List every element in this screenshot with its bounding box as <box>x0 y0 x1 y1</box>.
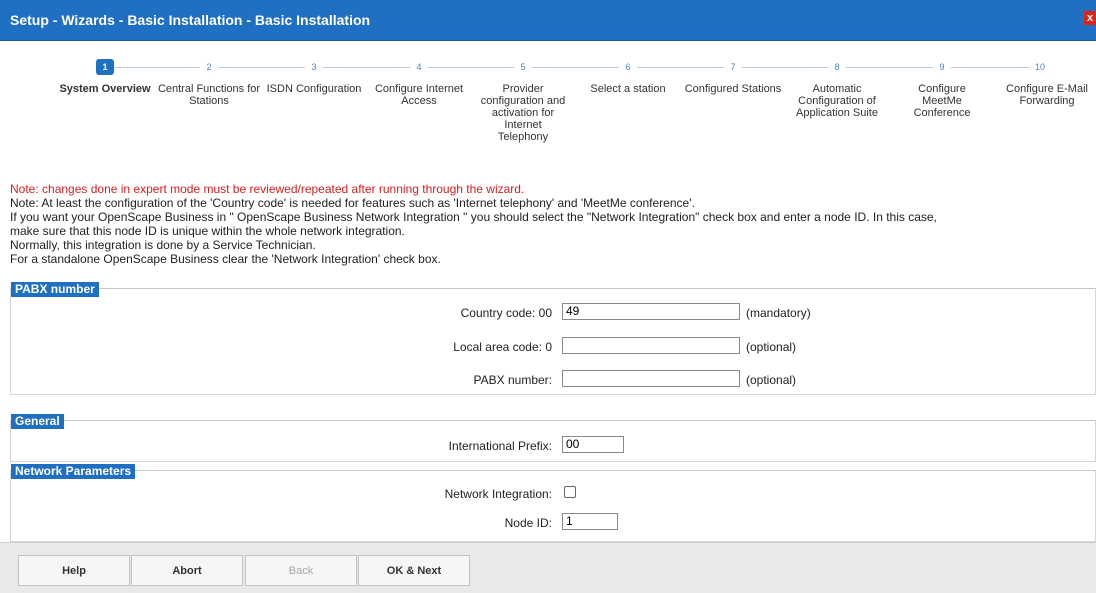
step-number: 6 <box>619 59 637 75</box>
step-number: 4 <box>410 59 428 75</box>
pabx-number-label: PABX number: <box>473 373 552 387</box>
network-section-heading: Network Parameters <box>11 464 136 479</box>
pabx-section <box>10 288 1096 395</box>
note-line: Normally, this integration is done by a … <box>10 238 316 252</box>
step-number: 1 <box>96 59 114 75</box>
general-section <box>10 420 1096 462</box>
step-label: Provider configuration and activation fo… <box>480 83 566 143</box>
network-integration-label: Network Integration: <box>444 487 552 501</box>
step-label: Configure MeetMe Conference <box>913 83 971 119</box>
country-code-label: Country code: 00 <box>460 306 552 320</box>
network-section <box>10 470 1096 542</box>
step-number: 10 <box>1030 59 1050 75</box>
general-section-heading: General <box>11 414 64 429</box>
help-button[interactable]: Help <box>18 555 130 586</box>
note-line: Note: At least the configuration of the … <box>10 196 695 210</box>
step-label: Configure Internet Access <box>374 83 464 107</box>
country-code-hint: (mandatory) <box>746 306 811 320</box>
local-area-code-label: Local area code: 0 <box>453 340 552 354</box>
step-number: 8 <box>828 59 846 75</box>
step-number: 5 <box>514 59 532 75</box>
country-code-input[interactable] <box>562 303 740 320</box>
step-label: ISDN Configuration <box>266 83 362 95</box>
step-label: Configured Stations <box>684 83 782 95</box>
note-line: For a standalone OpenScape Business clea… <box>10 252 441 266</box>
pabx-number-input[interactable] <box>562 370 740 387</box>
step-number: 3 <box>305 59 323 75</box>
abort-button[interactable]: Abort <box>131 555 243 586</box>
international-prefix-label: International Prefix: <box>448 439 552 453</box>
close-icon[interactable]: x <box>1084 11 1096 25</box>
window-titlebar: Setup - Wizards - Basic Installation - B… <box>0 0 1096 41</box>
step-label: Central Functions for Stations <box>157 83 261 107</box>
step-label: Configure E-Mail Forwarding <box>1006 83 1088 107</box>
step-number: 2 <box>200 59 218 75</box>
window-title: Setup - Wizards - Basic Installation - B… <box>10 12 371 28</box>
wizard-footer: Help Abort Back OK & Next <box>0 542 1096 593</box>
step-number: 9 <box>933 59 951 75</box>
info-notes: Note: changes done in expert mode must b… <box>10 182 1090 266</box>
network-integration-checkbox[interactable] <box>564 486 576 498</box>
node-id-input[interactable] <box>562 513 618 530</box>
step-label: Automatic Configuration of Application S… <box>796 83 878 119</box>
international-prefix-input[interactable] <box>562 436 624 453</box>
step-label: System Overview <box>59 83 151 95</box>
node-id-label: Node ID: <box>504 516 552 530</box>
local-area-code-hint: (optional) <box>746 340 797 354</box>
pabx-section-heading: PABX number <box>11 282 99 297</box>
steps-connector-line <box>104 67 1046 68</box>
note-line: make sure that this node ID is unique wi… <box>10 224 405 238</box>
back-button[interactable]: Back <box>245 555 357 586</box>
wizard-steps: 1 System Overview 2 Central Functions fo… <box>0 41 1096 171</box>
ok-next-button[interactable]: OK & Next <box>358 555 470 586</box>
note-line: If you want your OpenScape Business in "… <box>10 210 937 224</box>
expert-mode-warning: Note: changes done in expert mode must b… <box>10 182 525 196</box>
local-area-code-input[interactable] <box>562 337 740 354</box>
step-number: 7 <box>724 59 742 75</box>
step-label: Select a station <box>590 83 666 95</box>
pabx-number-hint: (optional) <box>746 373 797 387</box>
